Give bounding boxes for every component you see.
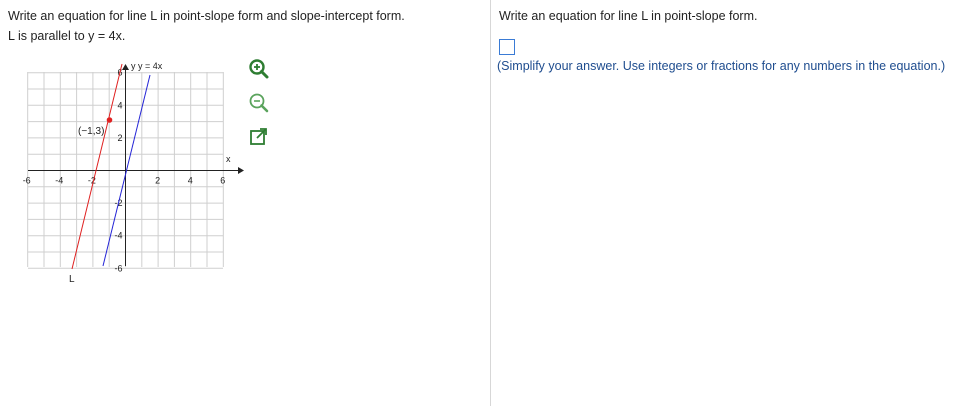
x-tick-label: 6 xyxy=(220,176,225,186)
y-axis-label: y xyxy=(131,61,136,71)
point-label: (−1,3) xyxy=(78,126,104,137)
answer-hint: (Simplify your answer. Use integers or f… xyxy=(497,59,946,73)
zoom-out-icon[interactable] xyxy=(248,92,270,114)
x-axis-arrow xyxy=(238,167,244,174)
x-axis-label: x xyxy=(226,154,231,164)
point-marker xyxy=(106,117,113,123)
x-tick-label: 2 xyxy=(155,176,160,186)
y-tick-label: 4 xyxy=(118,100,123,110)
answer-panel: Write an equation for line L in point-sl… xyxy=(491,0,973,406)
question-text: Write an equation for line L in point-sl… xyxy=(8,9,405,23)
x-tick-label: -6 xyxy=(23,176,31,186)
zoom-in-icon[interactable] xyxy=(248,58,270,80)
open-new-window-icon[interactable] xyxy=(248,126,270,148)
graph-tools xyxy=(248,58,270,160)
coordinate-graph: x y -6-4-2246642-2-4-6 y = 4x (−1,3) L xyxy=(23,61,244,285)
y-tick-label: -6 xyxy=(115,263,123,273)
blue-line-label: y = 4x xyxy=(138,61,163,71)
answer-prompt: Write an equation for line L in point-sl… xyxy=(499,9,758,23)
x-tick-label: -4 xyxy=(55,176,63,186)
y-tick-label: 2 xyxy=(118,133,123,143)
question-panel: Write an equation for line L in point-sl… xyxy=(0,0,490,406)
x-tick-label: 4 xyxy=(188,176,193,186)
y-tick-label: -4 xyxy=(115,231,123,241)
y-axis-arrow xyxy=(122,64,129,70)
line-L-label: L xyxy=(69,274,75,285)
given-condition-text: L is parallel to y = 4x. xyxy=(8,29,126,43)
answer-input[interactable] xyxy=(499,39,515,55)
